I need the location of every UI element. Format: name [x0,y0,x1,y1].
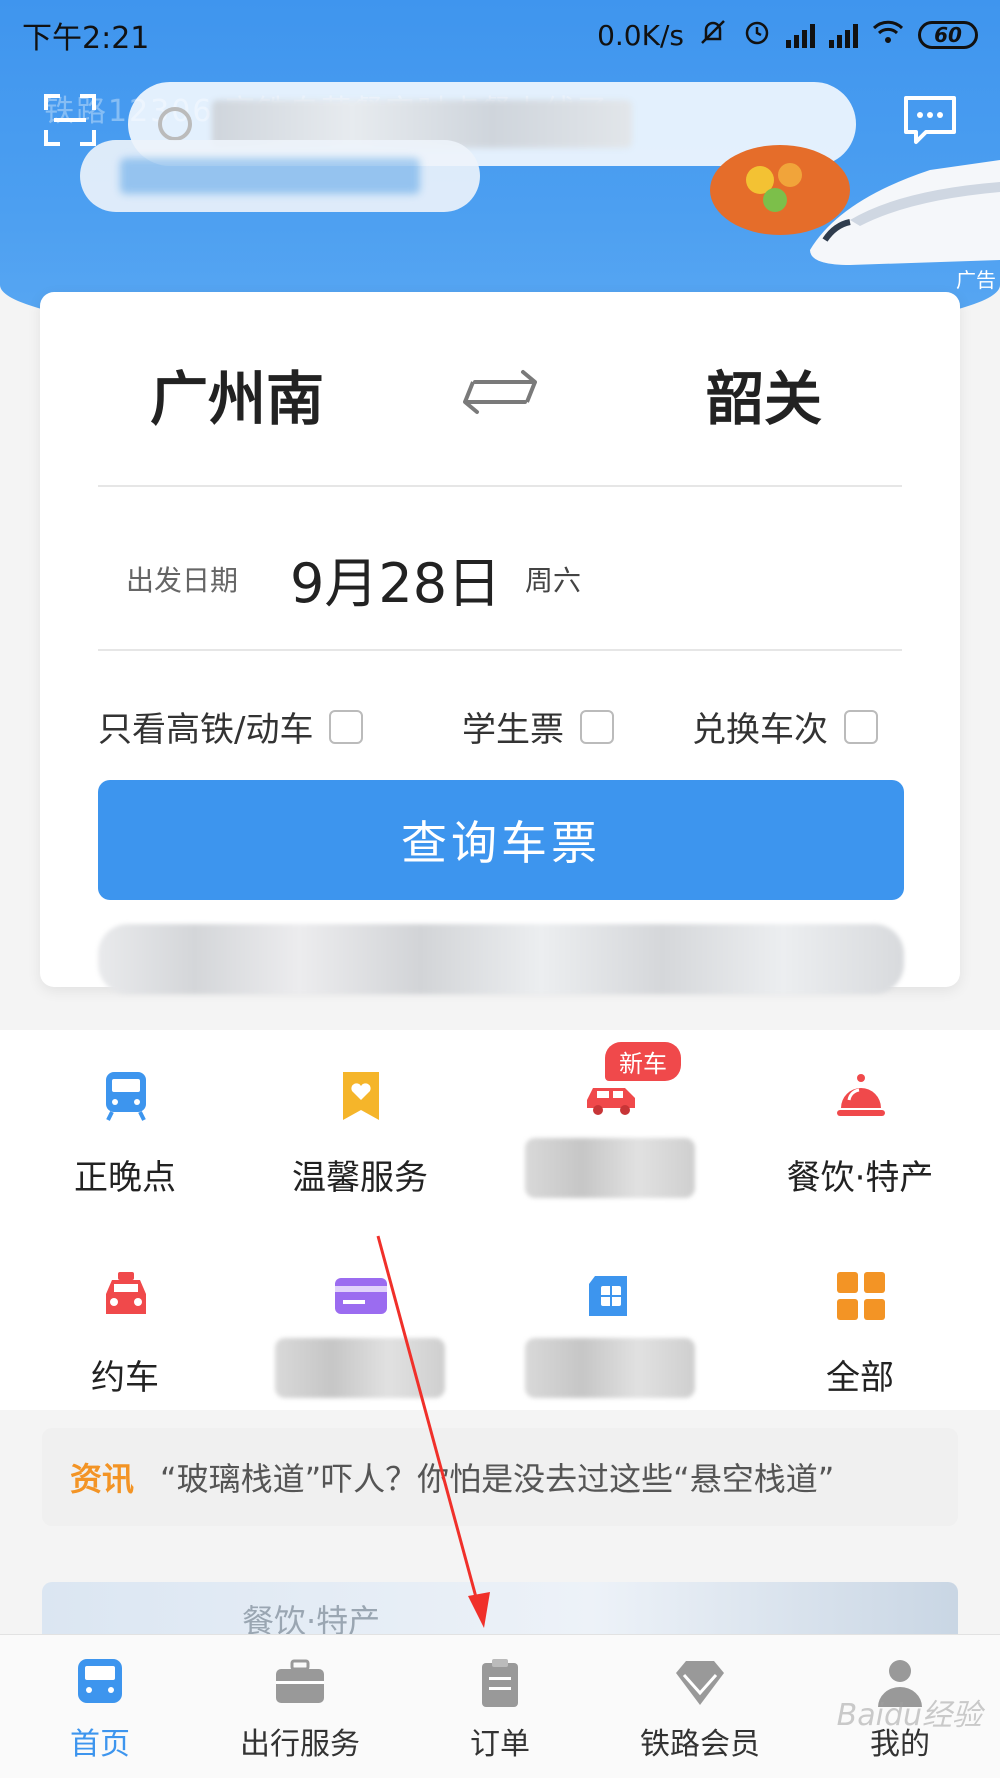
option-label: 学生票 [462,710,564,750]
ad-label: 广告 [956,268,996,292]
divider [98,649,902,651]
option-label: 兑换车次 [692,710,828,750]
service-label: 温馨服务 [292,1158,428,1198]
date-label: 出发日期 [126,564,239,597]
from-station[interactable]: 广州南 [150,352,324,436]
swap-stations-icon[interactable] [455,362,545,422]
option-high-speed-only[interactable]: 只看高铁/动车 [98,702,364,751]
service-label: 餐饮·特产 [786,1158,934,1198]
service-label-blurred [275,1338,445,1398]
service-warm[interactable]: 温馨服务 [235,1050,485,1220]
diamond-icon [676,1661,724,1705]
banner-cloud [80,140,480,212]
service-taxi[interactable]: 约车 [0,1250,250,1420]
train-front-icon [106,1072,146,1121]
news-ticker[interactable]: 资讯 “玻璃栈道”吓人？你怕是没去过这些“悬空栈道” [42,1428,958,1526]
watermark: Baidu经验 [836,1698,982,1733]
news-tag: 资讯 [70,1460,135,1498]
option-exchange-train[interactable]: 兑换车次 [692,702,878,751]
sim-card-icon [589,1276,627,1316]
tab-label: 首页 [70,1727,130,1762]
service-label-blurred [525,1338,695,1398]
date-value[interactable]: 9月28日 [290,539,501,618]
mute-icon [698,17,728,54]
route-selector: 广州南 韶关 [40,332,960,442]
service-car[interactable]: 新车 [485,1042,735,1220]
signal-icon [786,22,815,48]
tab-orders[interactable]: 订单 [400,1635,600,1778]
search-icon [158,107,192,141]
briefcase-icon [276,1659,324,1703]
ticket-search-card: 广州南 韶关 出发日期 9月28日 周六 只看高铁/动车 学生票 兑换车次 查询… [40,292,960,994]
exchange-train-checkbox[interactable] [844,709,878,744]
wifi-icon [872,19,904,52]
alarm-icon [742,17,772,54]
food-cloche-icon [837,1074,885,1116]
tab-membership[interactable]: 铁路会员 [600,1635,800,1778]
taxi-icon [106,1272,146,1314]
tab-label: 出行服务 [240,1727,360,1762]
divider [98,485,902,487]
service-card[interactable] [235,1250,485,1420]
service-all[interactable]: 全部 [735,1250,985,1420]
card-icon [335,1278,387,1314]
status-time: 下午2:21 [22,21,150,56]
service-label: 约车 [91,1358,159,1398]
grid-icon [837,1272,885,1320]
search-history-blurred[interactable] [98,924,904,994]
service-label: 正晚点 [74,1158,176,1198]
service-label: 全部 [826,1358,894,1398]
status-bar: 下午2:21 0.0K/s 60 [0,0,1000,70]
to-station[interactable]: 韶关 [706,352,822,436]
new-badge: 新车 [605,1042,681,1081]
service-food[interactable]: 餐饮·特产 [735,1050,985,1220]
tab-label: 铁路会员 [640,1727,760,1762]
high-speed-checkbox[interactable] [329,709,364,744]
service-on-time[interactable]: 正晚点 [0,1050,250,1220]
option-label: 只看高铁/动车 [98,710,314,750]
query-tickets-button[interactable]: 查询车票 [98,780,904,900]
student-ticket-checkbox[interactable] [580,709,614,744]
departure-date-row[interactable]: 出发日期 9月28日 周六 [40,517,960,637]
train-home-icon [78,1659,122,1703]
services-grid: 正晚点 温馨服务 新车 餐饮·特产 约车 全部 [0,1030,1000,1410]
news-headline[interactable]: “玻璃栈道”吓人？你怕是没去过这些“悬空栈道” [160,1454,834,1500]
tab-label: 订单 [470,1727,530,1762]
option-student-ticket[interactable]: 学生票 [462,702,614,751]
signal-icon-2 [829,22,858,48]
tab-home[interactable]: 首页 [0,1635,200,1778]
service-label-blurred [525,1138,695,1198]
tab-travel-services[interactable]: 出行服务 [200,1635,400,1778]
status-icons: 0.0K/s 60 [597,17,978,54]
filter-options: 只看高铁/动车 学生票 兑换车次 [40,692,960,752]
net-speed: 0.0K/s [597,18,684,52]
bookmark-heart-icon [343,1072,379,1120]
clipboard-icon [482,1659,518,1707]
scan-icon[interactable] [42,92,98,148]
service-sim[interactable] [485,1250,735,1420]
battery-icon: 60 [918,21,978,49]
weekday: 周六 [525,564,582,597]
promo-banner[interactable]: 餐饮·特产 [42,1582,958,1642]
train-ad-image[interactable] [700,130,1000,280]
